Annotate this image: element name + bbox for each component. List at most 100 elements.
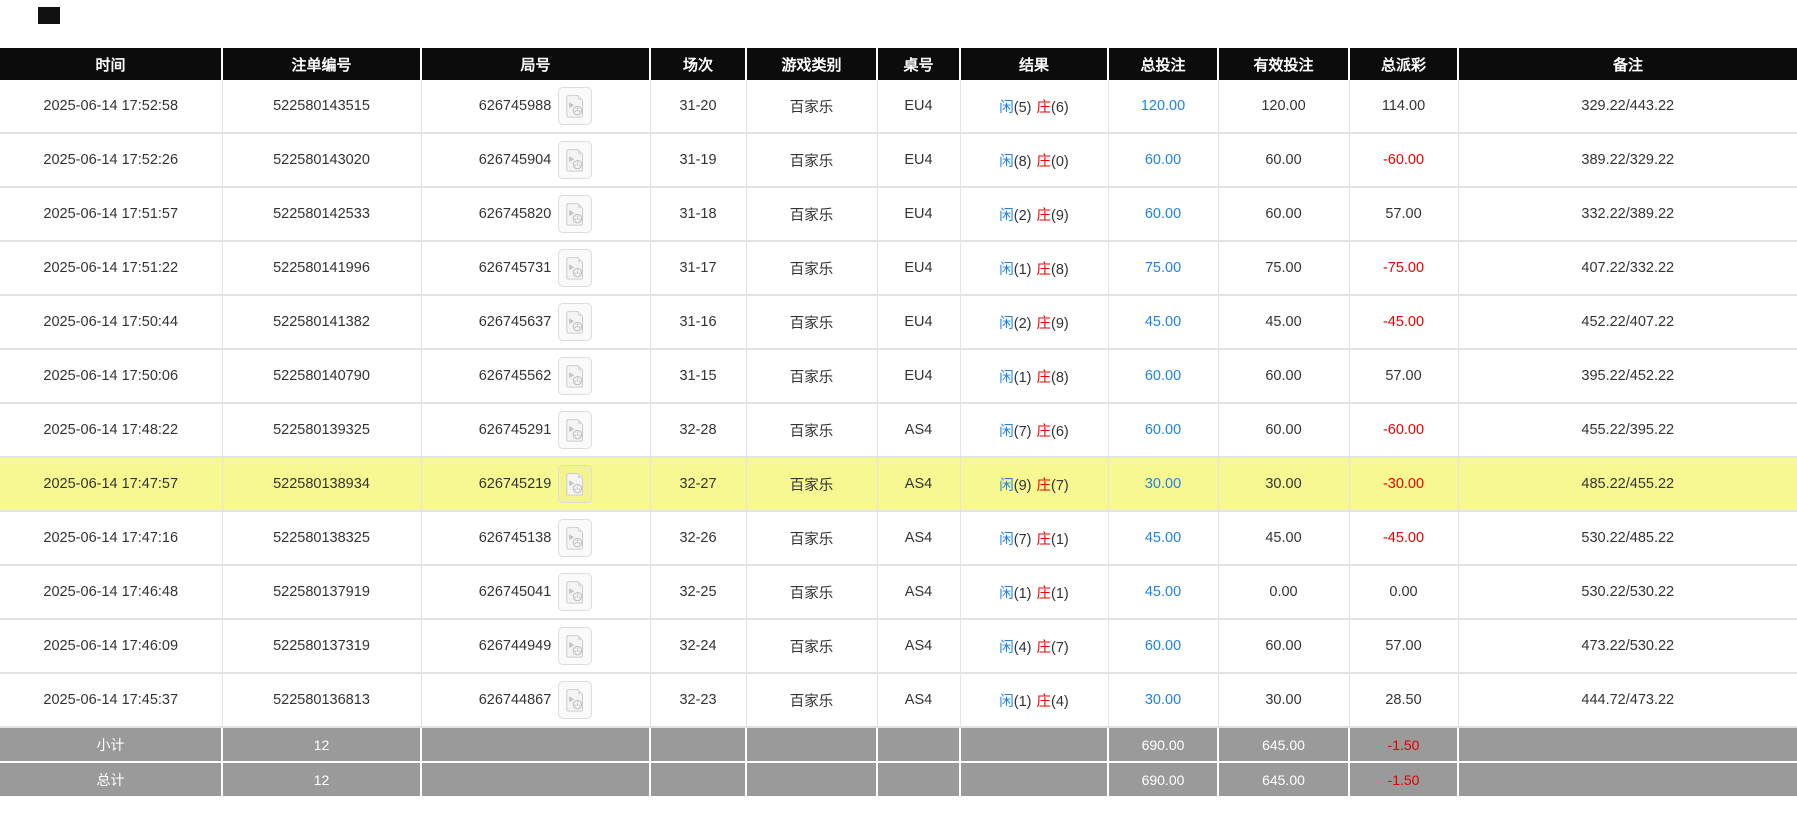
valid-bet-cell: 0.00 bbox=[1218, 565, 1349, 619]
payout-cell: -60.00 bbox=[1349, 133, 1458, 187]
result-banker-label: 庄 bbox=[1037, 424, 1052, 440]
col-header-payout: 总派彩 bbox=[1349, 48, 1458, 80]
result-player-point: (1) bbox=[1014, 262, 1032, 278]
total-bet-cell: 60.00 bbox=[1108, 187, 1218, 241]
round-id-cell: 626745731 bbox=[421, 241, 650, 295]
table-row[interactable]: 2025-06-14 17:50:06 522580140790 6267455… bbox=[0, 349, 1797, 403]
grand-total-row: 总计 12 690.00 645.00 -1.50 bbox=[0, 762, 1797, 796]
table-row[interactable]: 2025-06-14 17:52:26 522580143020 6267459… bbox=[0, 133, 1797, 187]
table-footer: 小计 12 690.00 645.00 -1.50 总计 12 690.00 6… bbox=[0, 727, 1797, 796]
result-banker-label: 庄 bbox=[1037, 478, 1052, 494]
video-replay-button[interactable] bbox=[558, 411, 592, 449]
round-id-cell: 626745562 bbox=[421, 349, 650, 403]
video-replay-button[interactable] bbox=[558, 249, 592, 287]
remark-cell: 530.22/485.22 bbox=[1458, 511, 1797, 565]
total-bet-cell: 45.00 bbox=[1108, 511, 1218, 565]
video-replay-button[interactable] bbox=[558, 87, 592, 125]
session-cell: 31-20 bbox=[650, 80, 746, 133]
table-row[interactable]: 2025-06-14 17:47:57 522580138934 6267452… bbox=[0, 457, 1797, 511]
round-id-text: 626745731 bbox=[479, 260, 552, 276]
bet-id-cell: 522580143020 bbox=[222, 133, 421, 187]
session-cell: 31-19 bbox=[650, 133, 746, 187]
empty-cell bbox=[421, 727, 650, 762]
session-cell: 32-27 bbox=[650, 457, 746, 511]
result-cell: 闲(1)庄(1) bbox=[960, 565, 1108, 619]
table-row[interactable]: 2025-06-14 17:52:58 522580143515 6267459… bbox=[0, 80, 1797, 133]
payout-cell: -30.00 bbox=[1349, 457, 1458, 511]
empty-cell bbox=[746, 727, 877, 762]
video-replay-button[interactable] bbox=[558, 519, 592, 557]
payout-cell: -45.00 bbox=[1349, 295, 1458, 349]
video-replay-button[interactable] bbox=[558, 303, 592, 341]
empty-cell bbox=[877, 762, 960, 796]
col-header-bet-id: 注单编号 bbox=[222, 48, 421, 80]
game-type-cell: 百家乐 bbox=[746, 511, 877, 565]
total-bet-cell: 30.00 bbox=[1108, 457, 1218, 511]
remark-cell: 485.22/455.22 bbox=[1458, 457, 1797, 511]
result-banker-label: 庄 bbox=[1037, 370, 1052, 386]
result-player-label: 闲 bbox=[999, 370, 1014, 386]
table-id-cell: AS4 bbox=[877, 565, 960, 619]
result-banker-point: (1) bbox=[1051, 586, 1069, 602]
result-cell: 闲(2)庄(9) bbox=[960, 295, 1108, 349]
col-header-total-bet: 总投注 bbox=[1108, 48, 1218, 80]
video-replay-button[interactable] bbox=[558, 573, 592, 611]
table-row[interactable]: 2025-06-14 17:46:48 522580137919 6267450… bbox=[0, 565, 1797, 619]
round-id-text: 626745041 bbox=[479, 584, 552, 600]
col-header-table-id: 桌号 bbox=[877, 48, 960, 80]
session-cell: 32-23 bbox=[650, 673, 746, 727]
result-player-label: 闲 bbox=[999, 262, 1014, 278]
bet-id-cell: 522580140790 bbox=[222, 349, 421, 403]
col-header-remark: 备注 bbox=[1458, 48, 1797, 80]
empty-cell bbox=[1458, 727, 1797, 762]
video-file-icon bbox=[565, 418, 585, 442]
result-player-point: (8) bbox=[1014, 154, 1032, 170]
bet-id-cell: 522580142533 bbox=[222, 187, 421, 241]
round-id-cell: 626745820 bbox=[421, 187, 650, 241]
total-bet-cell: 120.00 bbox=[1108, 80, 1218, 133]
video-replay-button[interactable] bbox=[558, 465, 592, 503]
round-id-cell: 626745138 bbox=[421, 511, 650, 565]
grand-total-label: 总计 bbox=[0, 762, 222, 796]
session-cell: 32-25 bbox=[650, 565, 746, 619]
table-row[interactable]: 2025-06-14 17:51:22 522580141996 6267457… bbox=[0, 241, 1797, 295]
video-file-icon bbox=[565, 634, 585, 658]
table-row[interactable]: 2025-06-14 17:48:22 522580139325 6267452… bbox=[0, 403, 1797, 457]
video-file-icon bbox=[565, 202, 585, 226]
result-cell: 闲(1)庄(8) bbox=[960, 241, 1108, 295]
result-player-label: 闲 bbox=[999, 316, 1014, 332]
round-id-text: 626745562 bbox=[479, 368, 552, 384]
table-row[interactable]: 2025-06-14 17:45:37 522580136813 6267448… bbox=[0, 673, 1797, 727]
video-file-icon bbox=[565, 364, 585, 388]
result-banker-point: (0) bbox=[1051, 154, 1069, 170]
total-bet-cell: 45.00 bbox=[1108, 565, 1218, 619]
video-replay-button[interactable] bbox=[558, 195, 592, 233]
result-player-label: 闲 bbox=[999, 424, 1014, 440]
bet-id-cell: 522580139325 bbox=[222, 403, 421, 457]
video-replay-button[interactable] bbox=[558, 627, 592, 665]
remark-cell: 332.22/389.22 bbox=[1458, 187, 1797, 241]
video-replay-button[interactable] bbox=[558, 681, 592, 719]
result-player-point: (7) bbox=[1014, 424, 1032, 440]
time-cell: 2025-06-14 17:51:22 bbox=[0, 241, 222, 295]
remark-cell: 452.22/407.22 bbox=[1458, 295, 1797, 349]
table-row[interactable]: 2025-06-14 17:50:44 522580141382 6267456… bbox=[0, 295, 1797, 349]
table-row[interactable]: 2025-06-14 17:47:16 522580138325 6267451… bbox=[0, 511, 1797, 565]
remark-cell: 455.22/395.22 bbox=[1458, 403, 1797, 457]
game-type-cell: 百家乐 bbox=[746, 241, 877, 295]
valid-bet-cell: 60.00 bbox=[1218, 619, 1349, 673]
payout-cell: 114.00 bbox=[1349, 80, 1458, 133]
result-cell: 闲(1)庄(8) bbox=[960, 349, 1108, 403]
result-player-label: 闲 bbox=[999, 208, 1014, 224]
video-replay-button[interactable] bbox=[558, 141, 592, 179]
round-id-cell: 626745904 bbox=[421, 133, 650, 187]
grand-total-count: 12 bbox=[222, 762, 421, 796]
game-type-cell: 百家乐 bbox=[746, 457, 877, 511]
table-row[interactable]: 2025-06-14 17:46:09 522580137319 6267449… bbox=[0, 619, 1797, 673]
round-id-text: 626745637 bbox=[479, 314, 552, 330]
table-row[interactable]: 2025-06-14 17:51:57 522580142533 6267458… bbox=[0, 187, 1797, 241]
video-replay-button[interactable] bbox=[558, 357, 592, 395]
round-id-text: 626745988 bbox=[479, 98, 552, 114]
session-cell: 32-26 bbox=[650, 511, 746, 565]
round-id-text: 626744949 bbox=[479, 638, 552, 654]
